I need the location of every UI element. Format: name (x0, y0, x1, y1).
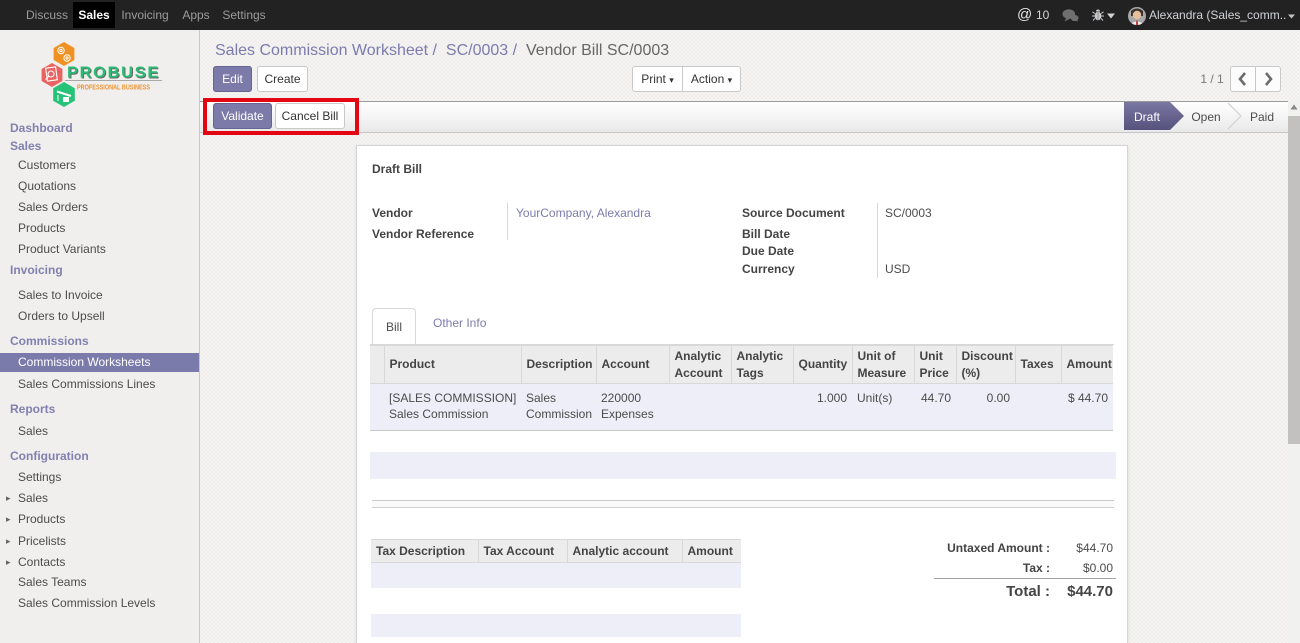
svg-text:Open: Open (1191, 110, 1220, 124)
svg-text:Draft: Draft (1134, 110, 1161, 124)
svg-text:Paid: Paid (1250, 110, 1274, 124)
svg-text:PROBUSE: PROBUSE (67, 65, 160, 82)
svg-text:PROFESSIONAL BUSINESS: PROFESSIONAL BUSINESS (77, 85, 150, 92)
